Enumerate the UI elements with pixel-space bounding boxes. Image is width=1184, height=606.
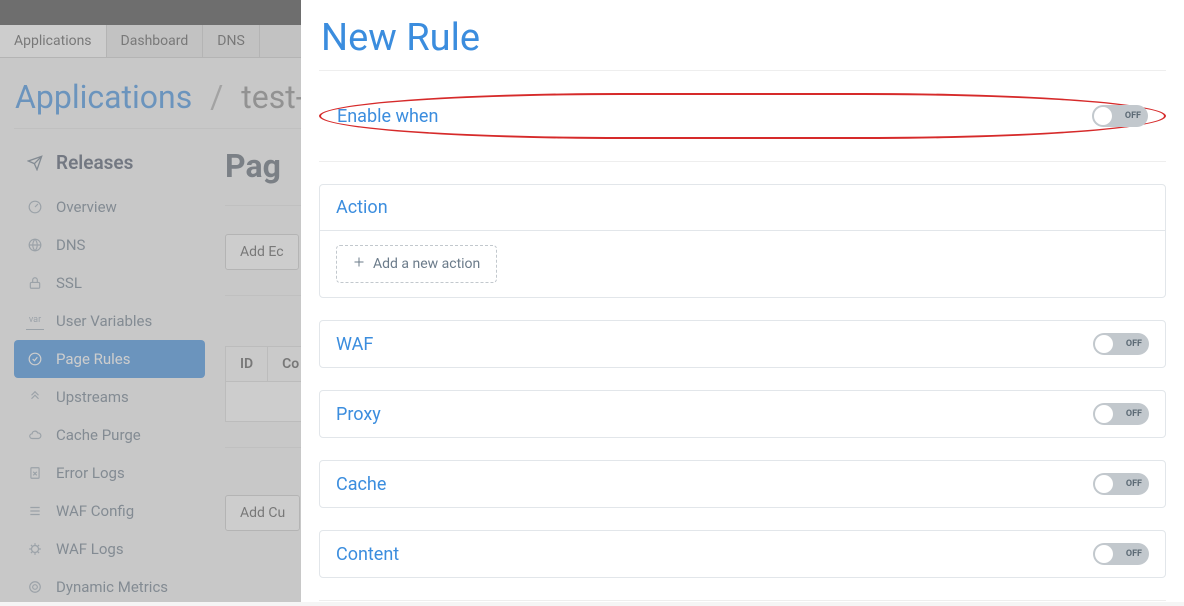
section-label: Enable when bbox=[337, 106, 438, 127]
toggle-state-label: OFF bbox=[1126, 339, 1142, 349]
add-action-label: Add a new action bbox=[373, 256, 480, 272]
section-action: Action Add a new action bbox=[319, 184, 1166, 298]
toggle-state-label: OFF bbox=[1126, 549, 1142, 559]
section-cache: Cache OFF bbox=[319, 460, 1166, 508]
toggle-state-label: OFF bbox=[1125, 111, 1141, 121]
section-enable-when: Enable when OFF bbox=[319, 93, 1166, 139]
toggle-cache[interactable]: OFF bbox=[1093, 473, 1149, 495]
toggle-state-label: OFF bbox=[1126, 409, 1142, 419]
add-action-button[interactable]: Add a new action bbox=[336, 245, 497, 283]
section-label: Content bbox=[336, 544, 399, 565]
toggle-knob bbox=[1095, 335, 1113, 353]
toggle-knob bbox=[1094, 107, 1112, 125]
section-proxy: Proxy OFF bbox=[319, 390, 1166, 438]
section-label: Action bbox=[336, 197, 388, 218]
modal-title: New Rule bbox=[319, 0, 1166, 71]
section-content: Content OFF bbox=[319, 530, 1166, 578]
plus-icon bbox=[353, 256, 365, 272]
toggle-state-label: OFF bbox=[1126, 479, 1142, 489]
new-rule-modal: New Rule Enable when OFF Action Add a ne… bbox=[301, 0, 1184, 602]
toggle-knob bbox=[1095, 405, 1113, 423]
section-label: Cache bbox=[336, 474, 386, 495]
section-label: Proxy bbox=[336, 404, 381, 425]
toggle-enable-when[interactable]: OFF bbox=[1092, 105, 1148, 127]
toggle-knob bbox=[1095, 475, 1113, 493]
toggle-knob bbox=[1095, 545, 1113, 563]
toggle-content[interactable]: OFF bbox=[1093, 543, 1149, 565]
toggle-waf[interactable]: OFF bbox=[1093, 333, 1149, 355]
section-waf: WAF OFF bbox=[319, 320, 1166, 368]
section-label: WAF bbox=[336, 334, 373, 355]
toggle-proxy[interactable]: OFF bbox=[1093, 403, 1149, 425]
